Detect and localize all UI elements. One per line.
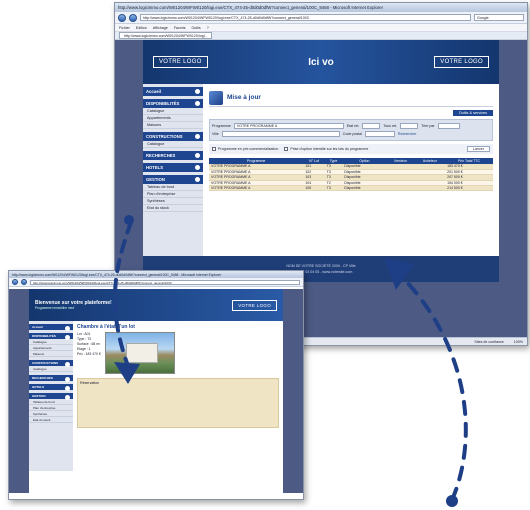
arrow-start-right [446,495,458,507]
arrow-path-right [403,278,468,502]
flow-arrows [112,215,468,507]
arrow-path-left [112,220,133,368]
arrow-start-left [124,215,134,225]
arrow-head-left [114,362,140,384]
